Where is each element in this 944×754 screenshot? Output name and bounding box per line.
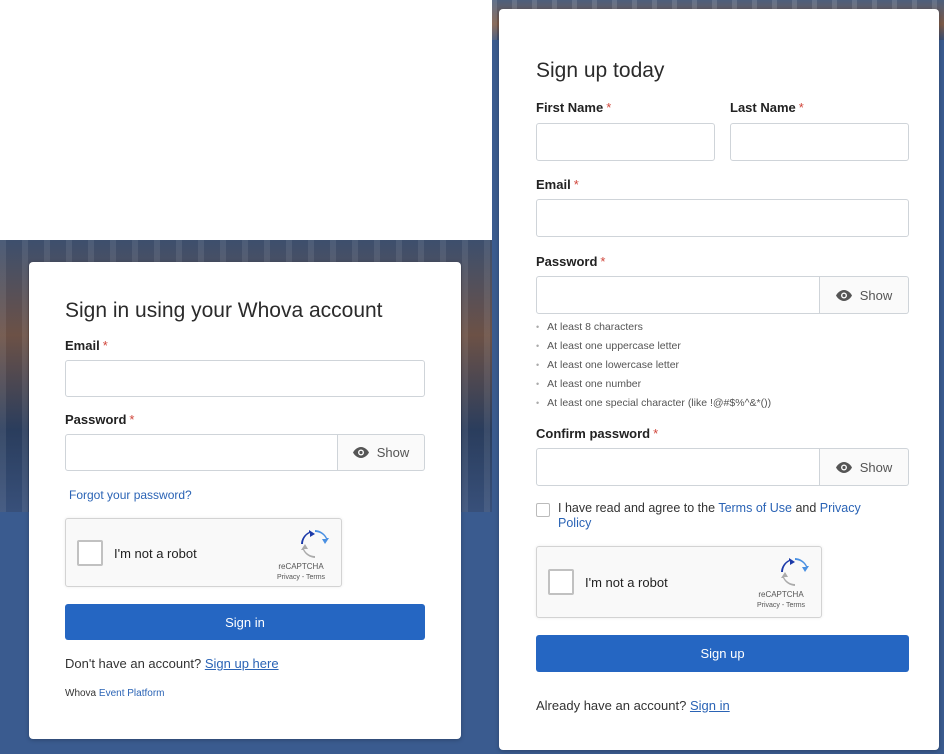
privacy-link[interactable]: Privacy — [820, 501, 861, 515]
terms-checkbox[interactable] — [536, 503, 550, 517]
footer-brand: Whova — [65, 688, 97, 699]
recaptcha-brand: reCAPTCHA — [278, 562, 324, 571]
password-rules-list: At least 8 characters At least one upper… — [536, 318, 771, 413]
recaptcha-checkbox[interactable] — [77, 540, 103, 566]
recaptcha-legal[interactable]: Privacy - Terms — [751, 602, 811, 609]
password-rule: At least one lowercase letter — [536, 356, 771, 375]
confirm-password-label: Confirm password * — [536, 426, 659, 441]
signup-button[interactable]: Sign up — [536, 635, 909, 672]
recaptcha-checkbox[interactable] — [548, 569, 574, 595]
signup-email-label: Email * — [536, 177, 579, 192]
and-text: and — [795, 501, 817, 515]
recaptcha-brand: reCAPTCHA — [758, 590, 804, 599]
first-name-label: First Name * — [536, 100, 612, 115]
forgot-password-link[interactable]: Forgot your password? — [69, 488, 192, 502]
confirm-password-input[interactable] — [536, 448, 820, 486]
recaptcha-logo-icon — [301, 530, 329, 558]
required-mark: * — [573, 177, 579, 192]
no-account-row: Don't have an account? Sign up here — [65, 656, 279, 671]
terms-agreement-text: I have read and agree to the Terms of Us… — [558, 501, 918, 531]
signin-password-input[interactable] — [65, 434, 338, 471]
footer-brand-row: Whova Event Platform — [65, 688, 165, 699]
eye-icon — [352, 447, 369, 458]
required-mark: * — [606, 100, 612, 115]
password-rule: At least one uppercase letter — [536, 337, 771, 356]
confirm-show-label: Show — [859, 459, 893, 475]
signup-email-input[interactable] — [536, 199, 909, 237]
signin-show-label: Show — [376, 445, 410, 460]
first-name-input[interactable] — [536, 123, 715, 161]
signin-button[interactable]: Sign in — [65, 604, 425, 640]
signup-password-label: Password * — [536, 254, 606, 269]
agree-text: I have read and agree to the — [558, 501, 716, 515]
recaptcha-label: I'm not a robot — [585, 575, 668, 590]
required-mark: * — [653, 426, 659, 441]
confirm-show-password-button[interactable]: Show — [820, 448, 909, 486]
policy-link[interactable]: Policy — [558, 516, 591, 530]
eye-icon — [835, 461, 852, 473]
last-name-label: Last Name * — [730, 100, 804, 115]
required-mark: * — [102, 338, 108, 353]
password-rule: At least 8 characters — [536, 318, 771, 337]
signup-card: Sign up today First Name * Last Name * Ema… — [499, 9, 939, 750]
recaptcha-logo-icon — [781, 558, 809, 586]
recaptcha-label: I'm not a robot — [114, 546, 197, 561]
have-account-text: Already have an account? — [536, 698, 687, 713]
signin-title: Sign in using your Whova account — [65, 299, 383, 322]
signup-show-label: Show — [859, 287, 893, 303]
signin-email-input[interactable] — [65, 360, 425, 397]
required-mark: * — [129, 412, 135, 427]
signup-recaptcha: I'm not a robot reCAPTCHA Privacy - Term… — [536, 546, 822, 618]
required-mark: * — [600, 254, 606, 269]
last-name-input[interactable] — [730, 123, 909, 161]
signin-link[interactable]: Sign in — [690, 698, 730, 713]
signup-password-input[interactable] — [536, 276, 820, 314]
required-mark: * — [798, 100, 804, 115]
recaptcha-legal[interactable]: Privacy - Terms — [271, 574, 331, 581]
password-rule: At least one number — [536, 375, 771, 394]
no-account-text: Don't have an account? — [65, 656, 202, 671]
signup-here-link[interactable]: Sign up here — [205, 656, 279, 671]
event-platform-link[interactable]: Event Platform — [99, 688, 165, 699]
signin-show-password-button[interactable]: Show — [338, 434, 425, 471]
password-rule: At least one special character (like !@#… — [536, 394, 771, 413]
signin-password-label: Password * — [65, 412, 135, 427]
have-account-row: Already have an account? Sign in — [536, 698, 730, 713]
signin-email-label: Email * — [65, 338, 108, 353]
signin-recaptcha: I'm not a robot reCAPTCHA Privacy - Term… — [65, 518, 342, 587]
signin-card: Sign in using your Whova account Email * … — [29, 262, 461, 739]
terms-of-use-link[interactable]: Terms of Use — [718, 501, 792, 515]
signup-show-password-button[interactable]: Show — [820, 276, 909, 314]
signup-title: Sign up today — [536, 59, 665, 82]
eye-icon — [835, 289, 852, 301]
